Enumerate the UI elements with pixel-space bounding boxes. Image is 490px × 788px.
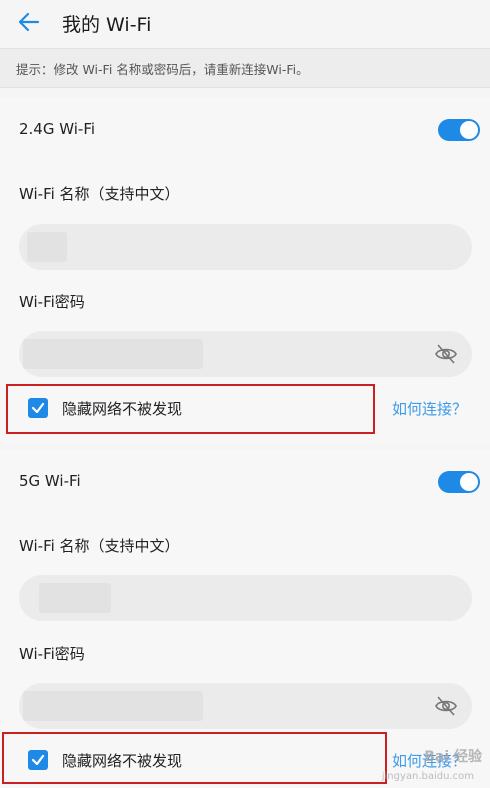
blurred-text: [23, 339, 203, 369]
wifi-password-label: Wi-Fi密码: [19, 645, 85, 663]
toggle-knob: [460, 473, 478, 491]
blurred-text: [27, 232, 67, 262]
how-to-connect-link[interactable]: 如何连接？: [392, 398, 467, 419]
eye-off-icon[interactable]: [434, 695, 458, 717]
wifi-name-label: Wi-Fi 名称（支持中文）: [19, 537, 180, 555]
wifi-password-input[interactable]: [19, 331, 472, 377]
app-header: 我的 Wi-Fi: [0, 0, 490, 46]
band-label: 2.4G Wi-Fi: [19, 120, 96, 138]
watermark-url: jingyan.baidu.com: [381, 771, 474, 782]
blurred-text: [23, 691, 203, 721]
highlight-box: [2, 732, 387, 784]
page-title: 我的 Wi-Fi: [62, 14, 152, 36]
watermark-logo: Bai 经验: [424, 749, 482, 765]
blurred-text: [39, 583, 111, 613]
toggle-knob: [460, 121, 478, 139]
highlight-box: [6, 384, 375, 434]
wifi-name-input[interactable]: [19, 224, 472, 270]
back-arrow-icon[interactable]: [16, 9, 42, 35]
tip-bar: 提示：修改 Wi-Fi 名称或密码后，请重新连接Wi-Fi。: [0, 48, 490, 88]
band-label: 5G Wi-Fi: [19, 472, 81, 490]
wifi-5g-toggle[interactable]: [438, 471, 480, 493]
wifi-password-label: Wi-Fi密码: [19, 293, 85, 311]
wifi-password-input[interactable]: [19, 683, 472, 729]
wifi-2g-toggle[interactable]: [438, 119, 480, 141]
eye-off-icon[interactable]: [434, 343, 458, 365]
wifi-name-input[interactable]: [19, 575, 472, 621]
wifi-name-label: Wi-Fi 名称（支持中文）: [19, 185, 180, 203]
